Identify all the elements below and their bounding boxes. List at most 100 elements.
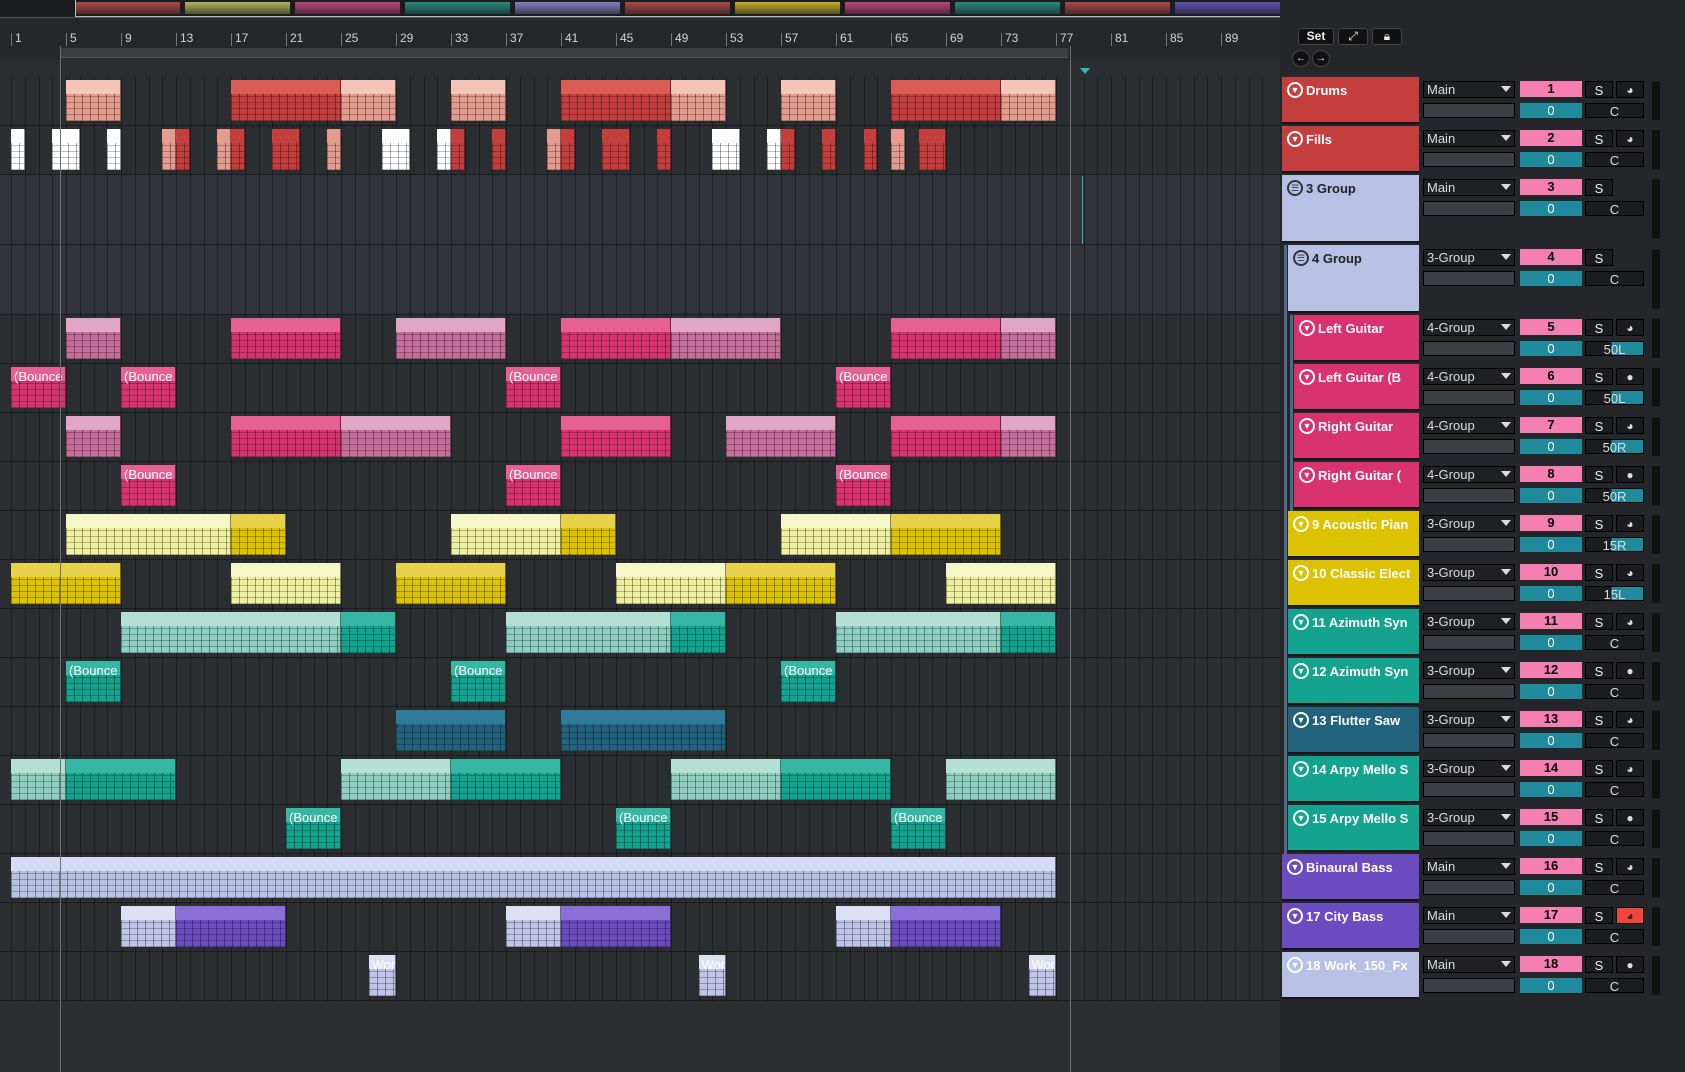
pan-field[interactable]: 50L — [1585, 390, 1644, 406]
track-activator-button[interactable]: 13 — [1520, 711, 1582, 727]
track-header[interactable]: ▼ Fills Main 2 0 S ◕ C — [1280, 126, 1685, 175]
output-routing-select[interactable]: 4-Group — [1423, 417, 1515, 434]
arrangement-clip[interactable] — [918, 129, 946, 170]
arrangement-clip[interactable] — [396, 563, 506, 604]
track-lane[interactable] — [0, 245, 1280, 315]
solo-button[interactable]: S — [1585, 179, 1613, 196]
volume-field[interactable]: 0 — [1520, 103, 1582, 118]
volume-field[interactable]: 0 — [1520, 880, 1582, 895]
track-lane[interactable] — [0, 707, 1280, 756]
record-icon[interactable]: ● — [1616, 956, 1644, 973]
arrangement-clip[interactable] — [671, 80, 726, 121]
arrangement-clip[interactable] — [52, 129, 80, 170]
output-routing-select[interactable]: 3-Group — [1423, 662, 1515, 679]
output-channel-select[interactable] — [1423, 684, 1515, 699]
track-title-bar[interactable]: ▼ Drums — [1282, 77, 1419, 124]
track-header[interactable]: ☰ 4 Group 3-Group 4 0 S C — [1280, 245, 1685, 315]
arm-icon[interactable]: ◕ — [1616, 515, 1644, 532]
track-activator-button[interactable]: 5 — [1520, 319, 1582, 335]
arrangement-clip[interactable] — [451, 759, 561, 800]
arrangement-clip[interactable] — [107, 129, 121, 170]
arrangement-clip[interactable] — [121, 906, 176, 947]
arrangement-clip[interactable] — [66, 80, 121, 121]
pan-field[interactable]: C — [1585, 201, 1644, 217]
pan-field[interactable]: 50L — [1585, 341, 1644, 357]
arrangement-clip[interactable] — [863, 129, 878, 170]
expand-icon[interactable]: ⤢ — [1338, 28, 1368, 45]
track-title-bar[interactable]: ▼ 12 Azimuth Syn — [1288, 658, 1419, 705]
arrangement-clip[interactable] — [451, 129, 465, 170]
arrangement-clip[interactable]: (Bounce — [121, 465, 176, 506]
output-channel-select[interactable] — [1423, 586, 1515, 601]
track-title-bar[interactable]: ▼ 9 Acoustic Pian — [1288, 511, 1419, 558]
track-header[interactable]: ▼ 12 Azimuth Syn 3-Group 12 0 S ● C — [1280, 658, 1685, 707]
track-title-bar[interactable]: ▼ 13 Flutter Saw — [1288, 707, 1419, 754]
track-lane[interactable]: (Bounce (Bounce (Bounce (Bounce — [0, 364, 1280, 413]
track-lane[interactable] — [0, 854, 1280, 903]
arrangement-clip[interactable] — [231, 80, 341, 121]
solo-button[interactable]: S — [1585, 564, 1613, 581]
track-title-bar[interactable]: ▼ 11 Azimuth Syn — [1288, 609, 1419, 656]
arrangement-clip[interactable] — [671, 612, 726, 653]
arm-icon[interactable]: ◕ — [1616, 711, 1644, 728]
track-title-bar[interactable]: ▼ Binaural Bass — [1282, 854, 1419, 901]
pan-field[interactable]: C — [1585, 271, 1644, 287]
loop-brace[interactable] — [60, 48, 1068, 58]
arrangement-clip[interactable] — [451, 514, 561, 555]
track-activator-button[interactable]: 15 — [1520, 809, 1582, 825]
group-fold-icon[interactable]: ☰ — [1293, 250, 1309, 266]
output-channel-select[interactable] — [1423, 978, 1515, 993]
arrangement-clip[interactable] — [341, 759, 451, 800]
arrangement-clip[interactable]: (Bounce — [506, 367, 561, 408]
volume-field[interactable]: 0 — [1520, 537, 1582, 552]
volume-field[interactable]: 0 — [1520, 831, 1582, 846]
arrangement-clip[interactable] — [11, 129, 25, 170]
arrangement-clip[interactable] — [1001, 416, 1056, 457]
arrangement-clip[interactable]: (Bounce — [11, 367, 66, 408]
arrangement-clip[interactable] — [272, 129, 300, 170]
output-channel-select[interactable] — [1423, 390, 1515, 405]
arrangement-clip[interactable] — [561, 80, 671, 121]
pan-field[interactable]: 15L — [1585, 586, 1644, 602]
arrangement-clip[interactable] — [11, 759, 66, 800]
solo-button[interactable]: S — [1585, 858, 1613, 875]
track-fold-icon[interactable]: ▼ — [1293, 712, 1309, 728]
output-channel-select[interactable] — [1423, 537, 1515, 552]
solo-button[interactable]: S — [1585, 760, 1613, 777]
track-title-bar[interactable]: ▼ 17 City Bass — [1282, 903, 1419, 950]
track-lane[interactable] — [0, 77, 1280, 126]
volume-field[interactable]: 0 — [1520, 152, 1582, 167]
arrangement-clip[interactable] — [341, 612, 396, 653]
volume-field[interactable]: 0 — [1520, 733, 1582, 748]
solo-button[interactable]: S — [1585, 907, 1613, 924]
output-routing-select[interactable]: 4-Group — [1423, 319, 1515, 336]
volume-field[interactable]: 0 — [1520, 271, 1582, 286]
pan-field[interactable]: C — [1585, 635, 1644, 651]
arrangement-clip[interactable] — [231, 318, 341, 359]
track-activator-button[interactable]: 14 — [1520, 760, 1582, 776]
solo-button[interactable]: S — [1585, 809, 1613, 826]
arrangement-clip[interactable] — [726, 416, 836, 457]
arrangement-clip[interactable] — [822, 129, 836, 170]
volume-field[interactable]: 0 — [1520, 390, 1582, 405]
track-activator-button[interactable]: 17 — [1520, 907, 1582, 923]
output-channel-select[interactable] — [1423, 635, 1515, 650]
arrangement-clip[interactable]: Wor — [368, 955, 396, 996]
track-fold-icon[interactable]: ▼ — [1287, 957, 1303, 973]
arrangement-clip[interactable] — [726, 563, 836, 604]
arm-icon[interactable]: ◕ — [1616, 417, 1644, 434]
track-fold-icon[interactable]: ▼ — [1299, 418, 1315, 434]
arrangement-clip[interactable] — [1001, 318, 1056, 359]
overview-view-window[interactable] — [75, 0, 1415, 17]
arrangement-clip[interactable] — [437, 129, 451, 170]
arrangement-clip[interactable] — [561, 129, 575, 170]
track-title-bar[interactable]: ▼ Right Guitar — [1294, 413, 1419, 460]
arrangement-clip[interactable]: Wor — [698, 955, 726, 996]
pan-field[interactable]: C — [1585, 929, 1644, 945]
track-title-bar[interactable]: ▼ Fills — [1282, 126, 1419, 173]
track-header[interactable]: ☰ 3 Group Main 3 0 S C — [1280, 175, 1685, 245]
solo-button[interactable]: S — [1585, 417, 1613, 434]
arm-icon[interactable]: ◕ — [1616, 907, 1644, 924]
track-fold-icon[interactable]: ▼ — [1287, 131, 1303, 147]
arrangement-clip[interactable] — [231, 563, 341, 604]
